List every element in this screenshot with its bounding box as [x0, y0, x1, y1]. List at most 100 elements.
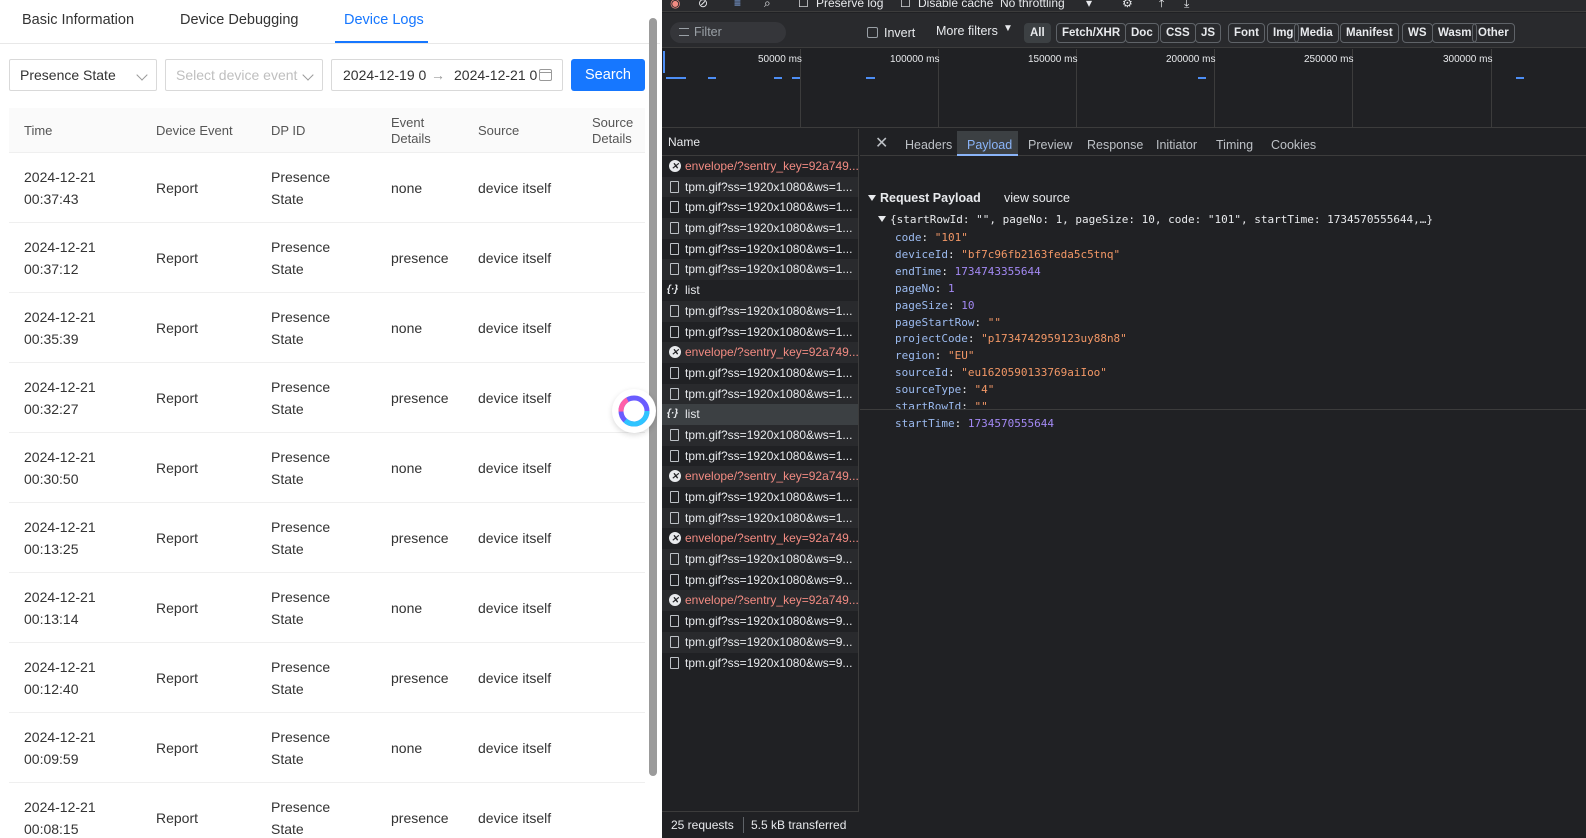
- log-filters: Presence State Select device event 2024-…: [0, 59, 660, 91]
- request-row[interactable]: tpm.gif?ss=1920x1080&ws=9...: [662, 653, 858, 674]
- timeline-label: 250000 ms: [1304, 54, 1354, 65]
- request-row[interactable]: tpm.gif?ss=1920x1080&ws=1...: [662, 383, 858, 405]
- filter-input[interactable]: Filter: [670, 22, 786, 43]
- network-timeline-overview[interactable]: 50000 ms 100000 ms 150000 ms 200000 ms 2…: [662, 49, 1586, 128]
- view-source-link[interactable]: view source: [1004, 191, 1070, 205]
- device-event-select[interactable]: Select device event: [165, 59, 323, 91]
- chip-other[interactable]: Other: [1472, 23, 1515, 43]
- request-row[interactable]: tpm.gif?ss=1920x1080&ws=1...: [662, 507, 858, 529]
- timeline-label: 300000 ms: [1443, 54, 1493, 65]
- name-column-header[interactable]: Name: [662, 129, 858, 156]
- clear-icon[interactable]: ⊘: [698, 0, 708, 10]
- assistant-float-button[interactable]: [612, 389, 656, 433]
- chip-manifest[interactable]: Manifest: [1340, 23, 1399, 43]
- request-row[interactable]: ✕ envelope/?sentry_key=92a749...: [662, 156, 858, 177]
- download-icon[interactable]: ⤓: [1184, 0, 1189, 11]
- more-filters-button[interactable]: More filters: [936, 24, 998, 38]
- request-row[interactable]: ✕ envelope/?sentry_key=92a749...: [662, 528, 858, 549]
- table-row: 2024-12-21 00:32:27 Report Presence State pre…: [9, 363, 645, 433]
- tab-device-logs[interactable]: Device Logs: [344, 12, 424, 28]
- payload-colon: :: [961, 383, 975, 397]
- chip-ws[interactable]: WS: [1402, 23, 1433, 43]
- request-row[interactable]: tpm.gif?ss=1920x1080&ws=9...: [662, 631, 858, 653]
- tab-timing[interactable]: Timing: [1216, 138, 1253, 152]
- row-date: 2024-12-21: [24, 239, 96, 255]
- chip-fetchxhr[interactable]: Fetch/XHR: [1056, 23, 1127, 43]
- row-dp-line1: Presence: [271, 169, 331, 185]
- invert-checkbox[interactable]: [867, 27, 878, 38]
- chip-media[interactable]: Media: [1294, 23, 1339, 43]
- request-row[interactable]: ✕ envelope/?sentry_key=92a749...: [662, 342, 858, 363]
- chip-all[interactable]: All: [1024, 23, 1051, 43]
- tab-initiator[interactable]: Initiator: [1156, 138, 1197, 152]
- upload-icon[interactable]: ⤒: [1159, 0, 1164, 11]
- request-row[interactable]: tpm.gif?ss=1920x1080&ws=1...: [662, 446, 858, 467]
- chip-css[interactable]: CSS: [1160, 23, 1196, 43]
- tab-cookies[interactable]: Cookies: [1271, 138, 1316, 152]
- dp-select[interactable]: Presence State: [9, 59, 157, 91]
- chip-doc[interactable]: Doc: [1125, 23, 1159, 43]
- request-row[interactable]: tpm.gif?ss=1920x1080&ws=1...: [662, 300, 858, 322]
- request-name: tpm.gif?ss=1920x1080&ws=1...: [685, 221, 853, 236]
- preserve-log-checkbox[interactable]: ☐: [798, 0, 809, 10]
- row-time: 2024-12-21 00:37:43: [24, 166, 96, 210]
- search-button[interactable]: Search: [571, 59, 645, 91]
- row-date: 2024-12-21: [24, 519, 96, 535]
- date-end-input[interactable]: 2024-12-21 0: [454, 60, 538, 90]
- request-row[interactable]: tpm.gif?ss=1920x1080&ws=1...: [662, 218, 858, 239]
- request-row[interactable]: tpm.gif?ss=1920x1080&ws=1...: [662, 259, 858, 281]
- search-icon[interactable]: ⌕: [764, 0, 771, 11]
- close-icon[interactable]: ✕: [875, 133, 888, 153]
- throttling-select[interactable]: No throttling: [1000, 0, 1065, 10]
- disable-cache-checkbox[interactable]: ☐: [900, 0, 911, 10]
- chip-wasm[interactable]: Wasm: [1432, 23, 1478, 43]
- request-payload-section[interactable]: Request Payload: [868, 191, 981, 205]
- network-conditions-icon[interactable]: ⚙: [1122, 0, 1133, 10]
- request-row[interactable]: tpm.gif?ss=1920x1080&ws=1...: [662, 363, 858, 384]
- row-clock: 00:13:14: [24, 611, 79, 627]
- request-row[interactable]: tpm.gif?ss=1920x1080&ws=1...: [662, 176, 858, 198]
- request-row[interactable]: {·} list: [662, 404, 858, 425]
- payload-colon: :: [947, 247, 962, 261]
- record-icon[interactable]: ◉: [670, 0, 680, 10]
- filter-toggle-icon[interactable]: ≡: [734, 0, 741, 10]
- date-range-picker[interactable]: 2024-12-19 0 → 2024-12-21 0: [331, 59, 563, 91]
- request-row[interactable]: {·} list: [662, 280, 858, 301]
- row-clock: 00:32:27: [24, 401, 79, 417]
- tab-preview[interactable]: Preview: [1028, 138, 1072, 152]
- error-icon: ✕: [669, 160, 681, 172]
- tab-response[interactable]: Response: [1087, 138, 1143, 152]
- chip-js[interactable]: JS: [1195, 23, 1222, 43]
- payload-summary[interactable]: {startRowId: "", pageNo: 1, pageSize: 10…: [878, 213, 1433, 226]
- row-device-event: Report: [156, 670, 199, 686]
- col-event-details: Event Details: [391, 115, 431, 146]
- chip-font[interactable]: Font: [1228, 23, 1265, 43]
- tab-payload[interactable]: Payload: [967, 138, 1012, 152]
- tab-headers[interactable]: Headers: [905, 138, 952, 152]
- request-row[interactable]: tpm.gif?ss=1920x1080&ws=1...: [662, 239, 858, 260]
- request-row[interactable]: tpm.gif?ss=1920x1080&ws=9...: [662, 611, 858, 632]
- timeline-label: 200000 ms: [1166, 54, 1216, 65]
- request-row[interactable]: tpm.gif?ss=1920x1080&ws=1...: [662, 487, 858, 508]
- request-row[interactable]: tpm.gif?ss=1920x1080&ws=1...: [662, 197, 858, 218]
- calendar-icon[interactable]: [539, 69, 552, 81]
- request-name: tpm.gif?ss=1920x1080&ws=1...: [685, 510, 853, 525]
- request-row[interactable]: tpm.gif?ss=1920x1080&ws=1...: [662, 322, 858, 343]
- request-name: tpm.gif?ss=1920x1080&ws=1...: [685, 303, 853, 318]
- request-row[interactable]: ✕ envelope/?sentry_key=92a749...: [662, 466, 858, 487]
- payload-colon: :: [934, 281, 948, 295]
- request-row[interactable]: tpm.gif?ss=1920x1080&ws=1...: [662, 424, 858, 446]
- request-row[interactable]: ✕ envelope/?sentry_key=92a749...: [662, 590, 858, 612]
- payload-key: startTime: [895, 416, 955, 430]
- request-name: tpm.gif?ss=1920x1080&ws=1...: [685, 365, 853, 380]
- tab-device-debugging[interactable]: Device Debugging: [180, 12, 299, 28]
- row-dp-line1: Presence: [271, 589, 331, 605]
- request-row[interactable]: tpm.gif?ss=1920x1080&ws=9...: [662, 549, 858, 570]
- tab-basic-information[interactable]: Basic Information: [22, 12, 134, 28]
- date-start-input[interactable]: 2024-12-19 0: [343, 60, 426, 90]
- error-icon: ✕: [669, 346, 681, 359]
- request-row[interactable]: tpm.gif?ss=1920x1080&ws=9...: [662, 570, 858, 591]
- payload-field: sourceType: "4": [895, 383, 994, 396]
- chevron-down-icon[interactable]: ▾: [1086, 0, 1092, 10]
- footer-divider: [743, 817, 744, 833]
